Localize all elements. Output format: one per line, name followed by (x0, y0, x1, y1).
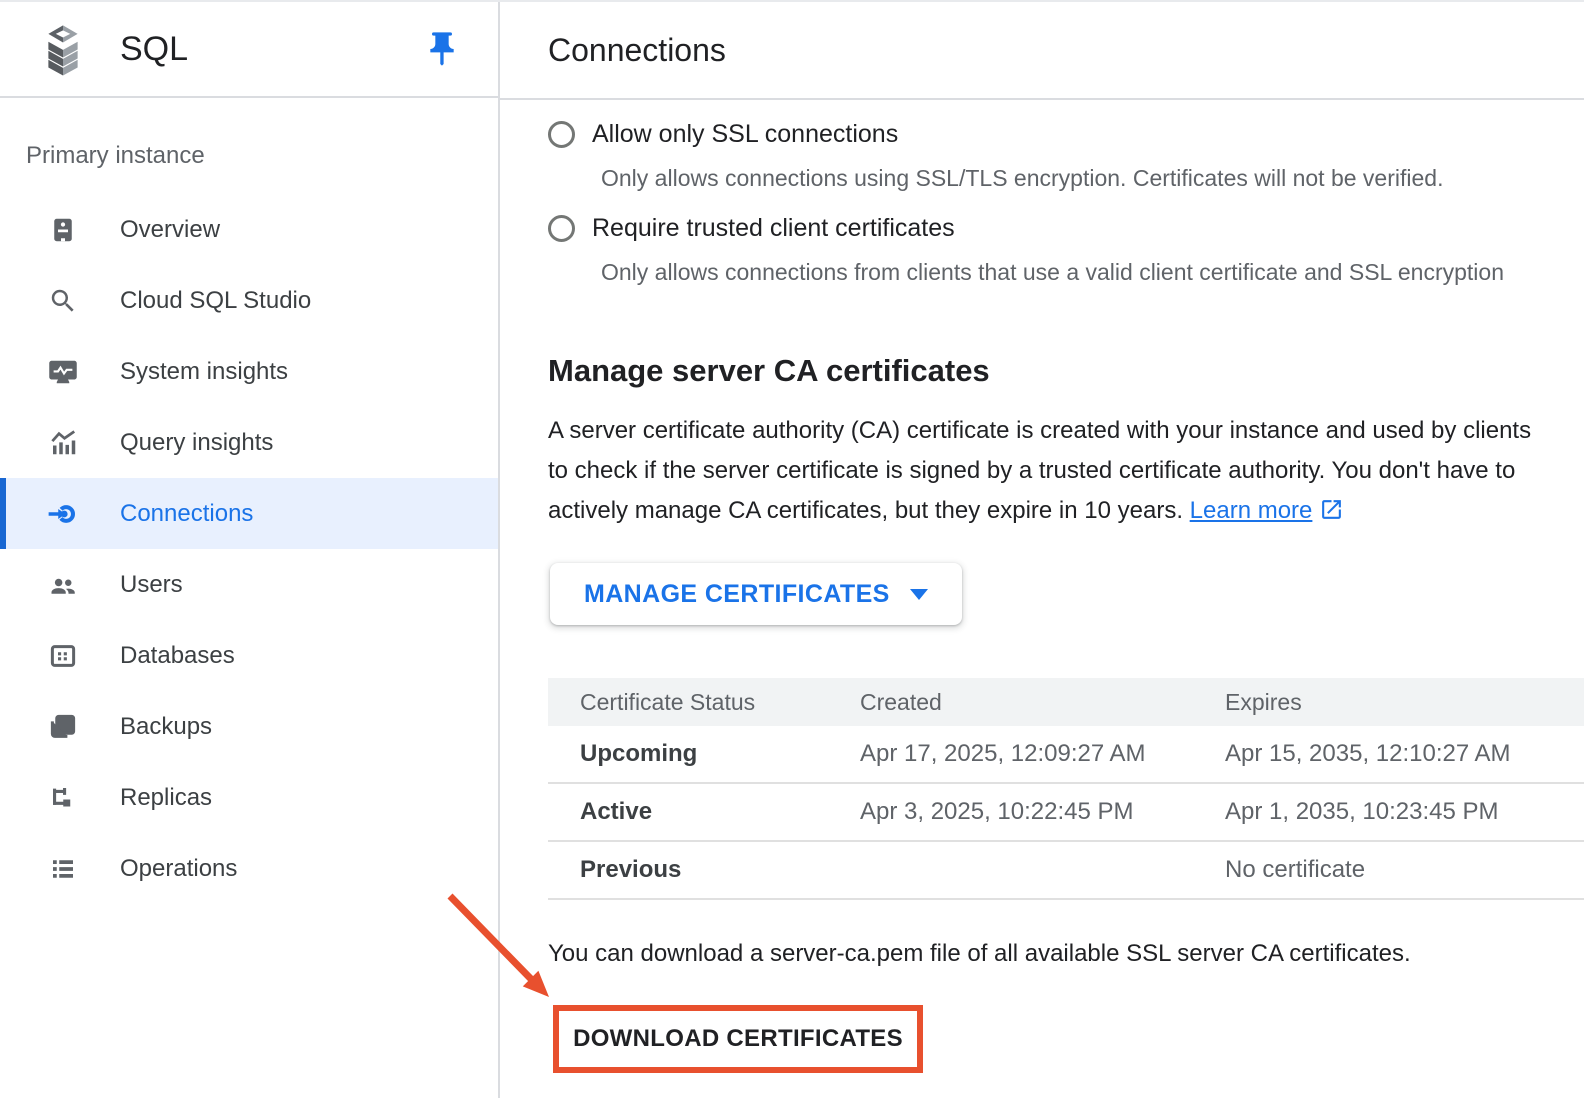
sidebar-header: SQL (0, 2, 498, 98)
sidebar-item-label: Operations (120, 855, 237, 883)
query-insights-icon (48, 428, 78, 458)
cloud-sql-connections-page: SQL Primary instance Overview Cloud SQL … (0, 0, 1584, 1098)
replicas-icon (48, 783, 78, 813)
sidebar-item-operations[interactable]: Operations (0, 833, 498, 904)
column-header-certificate-status: Certificate Status (548, 678, 860, 726)
cell-created: Apr 17, 2025, 12:09:27 AM (860, 726, 1225, 783)
sidebar-item-label: Overview (120, 216, 220, 244)
cell-created: Apr 3, 2025, 10:22:45 PM (860, 783, 1225, 841)
page-title: Connections (548, 32, 726, 69)
cell-expires: Apr 1, 2035, 10:23:45 PM (1225, 783, 1584, 841)
radio-allow-only-ssl[interactable]: Allow only SSL connections (548, 120, 1540, 148)
sidebar-section-label: Primary instance (26, 142, 498, 170)
column-header-created: Created (860, 678, 1225, 726)
sidebar-item-overview[interactable]: Overview (0, 194, 498, 265)
radio-label[interactable]: Allow only SSL connections (592, 120, 898, 149)
cell-status: Previous (548, 841, 860, 899)
app-title: SQL (120, 30, 422, 69)
connections-icon (48, 499, 78, 529)
search-icon (48, 286, 78, 316)
radio-label[interactable]: Require trusted client certificates (592, 214, 955, 243)
sidebar-item-label: System insights (120, 358, 288, 386)
learn-more-link[interactable]: Learn more (1190, 497, 1345, 524)
sidebar-item-label: Connections (120, 500, 253, 528)
sidebar-item-connections[interactable]: Connections (0, 478, 498, 549)
column-header-expires: Expires (1225, 678, 1584, 726)
radio-button-icon[interactable] (548, 121, 575, 148)
certificates-table: Certificate Status Created Expires Upcom… (548, 678, 1584, 900)
sidebar-item-system-insights[interactable]: System insights (0, 336, 498, 407)
sidebar-item-query-insights[interactable]: Query insights (0, 407, 498, 478)
operations-icon (48, 854, 78, 884)
ssl-mode-radio-group: Allow only SSL connections Only allows c… (500, 100, 1584, 286)
annotation-highlight-box: DOWNLOAD CERTIFICATES (553, 1005, 923, 1073)
main-header: Connections (500, 2, 1584, 100)
external-link-icon (1319, 497, 1344, 522)
radio-description: Only allows connections using SSL/TLS en… (601, 164, 1540, 192)
cell-expires: Apr 15, 2035, 12:10:27 AM (1225, 726, 1584, 783)
table-row-previous: Previous No certificate (548, 841, 1584, 899)
users-icon (48, 570, 78, 600)
sidebar-item-label: Cloud SQL Studio (120, 287, 311, 315)
radio-button-icon[interactable] (548, 215, 575, 242)
manage-certificates-button[interactable]: MANAGE CERTIFICATES (550, 563, 962, 625)
backups-icon (48, 712, 78, 742)
sidebar: SQL Primary instance Overview Cloud SQL … (0, 2, 500, 1098)
section-heading: Manage server CA certificates (548, 352, 1584, 389)
radio-require-trusted-certs[interactable]: Require trusted client certificates (548, 214, 1540, 242)
cloud-sql-logo-icon (36, 22, 90, 76)
section-body-text: A server certificate authority (CA) cert… (548, 417, 1531, 524)
sidebar-item-replicas[interactable]: Replicas (0, 762, 498, 833)
sidebar-item-users[interactable]: Users (0, 549, 498, 620)
sidebar-item-label: Databases (120, 642, 235, 670)
sidebar-item-label: Backups (120, 713, 212, 741)
sidebar-nav: Overview Cloud SQL Studio System insight… (0, 194, 498, 904)
radio-description: Only allows connections from clients tha… (601, 258, 1540, 286)
pin-icon[interactable] (422, 29, 462, 69)
sidebar-item-databases[interactable]: Databases (0, 620, 498, 691)
sidebar-item-label: Users (120, 571, 183, 599)
system-insights-icon (48, 357, 78, 387)
download-note: You can download a server-ca.pem file of… (548, 940, 1584, 968)
sidebar-item-cloud-sql-studio[interactable]: Cloud SQL Studio (0, 265, 498, 336)
cell-status: Active (548, 783, 860, 841)
cell-expires: No certificate (1225, 841, 1584, 899)
overview-icon (48, 215, 78, 245)
download-certificates-button[interactable]: DOWNLOAD CERTIFICATES (559, 1011, 917, 1067)
sidebar-item-label: Query insights (120, 429, 273, 457)
main-content: Connections Allow only SSL connections O… (500, 2, 1584, 1098)
table-row-active: Active Apr 3, 2025, 10:22:45 PM Apr 1, 2… (548, 783, 1584, 841)
manage-certificates-row: MANAGE CERTIFICATES (550, 563, 1584, 625)
table-header-row: Certificate Status Created Expires (548, 678, 1584, 726)
sidebar-item-backups[interactable]: Backups (0, 691, 498, 762)
cell-created (860, 841, 1225, 899)
table-row-upcoming: Upcoming Apr 17, 2025, 12:09:27 AM Apr 1… (548, 726, 1584, 783)
sidebar-item-label: Replicas (120, 784, 212, 812)
chevron-down-icon (910, 589, 928, 600)
cell-status: Upcoming (548, 726, 860, 783)
section-body: A server certificate authority (CA) cert… (548, 411, 1533, 531)
databases-icon (48, 641, 78, 671)
